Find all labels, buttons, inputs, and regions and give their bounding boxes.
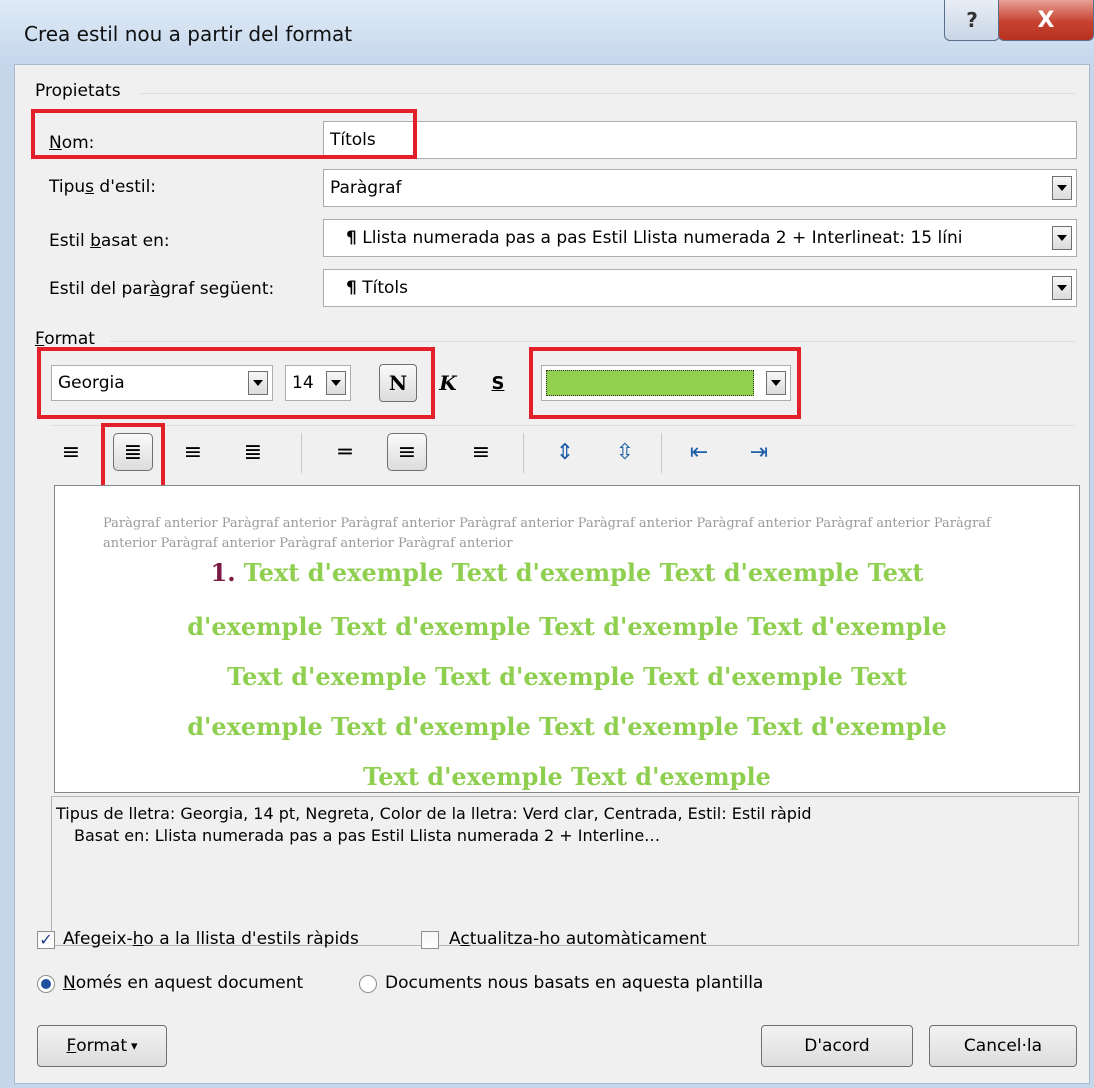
highlight-name — [31, 109, 417, 159]
double-spacing-icon[interactable]: ≡ — [461, 433, 501, 471]
radio-selected-dot — [41, 979, 51, 989]
align-right-icon[interactable]: ≡ — [173, 433, 213, 471]
new-documents-radio[interactable] — [359, 975, 377, 993]
space-after-icon[interactable]: ⇳ — [605, 433, 645, 471]
close-icon: X — [1037, 7, 1055, 33]
name-input[interactable]: Títols — [323, 121, 1077, 159]
align-left-icon[interactable]: ≡ — [51, 433, 91, 471]
check-icon: ✓ — [39, 930, 53, 949]
format-menu-button[interactable]: Format ▾ — [37, 1025, 167, 1067]
format-section-label: Format — [35, 329, 95, 349]
only-this-document-radio[interactable] — [37, 975, 55, 993]
underline-button[interactable]: S — [479, 364, 517, 402]
style-type-label: Tipus d'estil: — [49, 177, 157, 197]
preview-list-number: 1. — [210, 558, 236, 587]
highlight-center — [101, 423, 165, 491]
only-this-document-label[interactable]: Només en aquest document — [63, 973, 303, 993]
highlight-font — [37, 347, 435, 419]
properties-section-label: Propietats — [35, 81, 121, 101]
next-paragraph-label: Estil del paràgraf següent: — [49, 279, 275, 299]
preview-sample-line: 1. Text d'exemple Text d'exemple Text d'e… — [210, 558, 924, 587]
help-icon: ? — [966, 8, 978, 32]
title-bar: Crea estil nou a partir del format ? X — [0, 0, 1094, 64]
preview-sample-line: Text d'exemple Text d'exemple — [363, 762, 771, 791]
dialog-title: Crea estil nou a partir del format — [24, 22, 353, 46]
based-on-select[interactable]: ¶ Llista numerada pas a pas Estil Llista… — [323, 219, 1077, 257]
chevron-down-icon[interactable] — [1052, 276, 1072, 300]
cancel-button[interactable]: Cancel·la — [929, 1025, 1077, 1067]
add-to-quick-styles-checkbox[interactable]: ✓ — [37, 931, 55, 949]
next-paragraph-select[interactable]: ¶ Títols — [323, 269, 1077, 307]
format-separator — [110, 341, 1075, 342]
toolbar-separator — [51, 425, 1075, 426]
space-before-icon[interactable]: ⇕ — [545, 433, 585, 471]
toolbar-divider — [661, 433, 662, 473]
single-spacing-icon[interactable]: ═ — [325, 433, 365, 471]
pilcrow-icon: ¶ — [346, 228, 357, 248]
preview-prior-paragraph: Paràgraf anterior Paràgraf anterior Parà… — [103, 516, 991, 551]
chevron-down-icon[interactable] — [1052, 226, 1072, 250]
justify-icon[interactable]: ≣ — [233, 433, 273, 471]
line-spacing-icon[interactable]: ≡ — [387, 433, 427, 471]
toolbar-divider — [301, 433, 302, 473]
dialog-window: Crea estil nou a partir del format ? X P… — [0, 0, 1094, 1088]
dialog-body: Propietats Nom: Títols Tipus d'estil: Pa… — [14, 64, 1090, 1084]
decrease-indent-icon[interactable]: ⇤ — [679, 433, 719, 471]
style-preview: Paràgraf anterior Paràgraf anterior Parà… — [54, 485, 1080, 793]
style-type-select[interactable]: Paràgraf — [323, 169, 1077, 207]
new-documents-label[interactable]: Documents nous basats en aquesta plantil… — [385, 973, 763, 993]
ok-button[interactable]: D'acord — [761, 1025, 913, 1067]
preview-sample-line: Text d'exemple Text d'exemple Text d'exe… — [227, 662, 907, 691]
increase-indent-icon[interactable]: ⇥ — [739, 433, 779, 471]
chevron-down-icon: ▾ — [130, 1038, 138, 1054]
style-description: Tipus de lletra: Georgia, 14 pt, Negreta… — [51, 796, 1079, 946]
add-to-quick-styles-label[interactable]: Afegeix-ho a la llista d'estils ràpids — [63, 929, 359, 949]
pilcrow-icon: ¶ — [346, 278, 357, 298]
chevron-down-icon[interactable] — [1052, 176, 1072, 200]
properties-separator — [140, 93, 1075, 94]
auto-update-label[interactable]: Actualitza-ho automàticament — [449, 929, 707, 949]
description-line: Basat en: Llista numerada pas a pas Esti… — [74, 826, 661, 845]
auto-update-checkbox[interactable] — [421, 931, 439, 949]
highlight-color — [529, 347, 801, 419]
description-line: Tipus de lletra: Georgia, 14 pt, Negreta… — [56, 804, 812, 823]
based-on-label: Estil basat en: — [49, 231, 170, 251]
preview-sample-line: d'exemple Text d'exemple Text d'exemple … — [187, 712, 947, 741]
preview-sample-line: d'exemple Text d'exemple Text d'exemple … — [187, 612, 947, 641]
toolbar-divider — [523, 433, 524, 473]
help-button[interactable]: ? — [944, 0, 1000, 41]
close-button[interactable]: X — [998, 0, 1094, 41]
